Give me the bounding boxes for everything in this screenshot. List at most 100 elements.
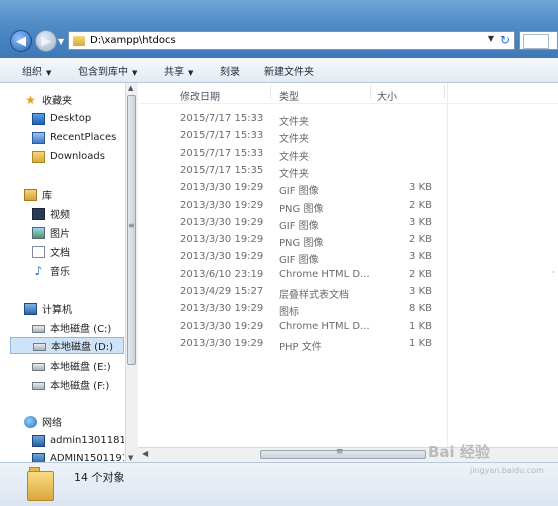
nav-videos[interactable]: 视频 — [32, 205, 124, 222]
nav-videos-label: 视频 — [50, 210, 70, 221]
column-separator[interactable] — [270, 85, 271, 99]
file-type: 文件夹 — [279, 151, 309, 163]
table-row[interactable]: 2013/3/30 19:29 PNG 图像 2 KB — [138, 198, 438, 215]
file-type: 层叠样式表文档 — [279, 290, 349, 301]
document-icon — [32, 245, 45, 258]
address-bar[interactable]: D:\xampp\htdocs ▼ ↻ — [68, 31, 515, 50]
drive-icon — [32, 381, 45, 390]
nav-drive-c-label: 本地磁盘 (C:) — [50, 324, 112, 335]
table-row[interactable]: 2013/4/29 15:27 层叠样式表文档 3 KB — [138, 284, 438, 301]
share-button[interactable]: 共享 ▼ — [164, 63, 193, 78]
file-type: GIF 图像 — [279, 255, 319, 267]
table-row[interactable]: 2015/7/17 15:33 文件夹 — [138, 146, 438, 163]
column-separator[interactable] — [370, 85, 371, 99]
file-size: 3 KB — [409, 251, 432, 263]
drive-icon — [32, 362, 45, 371]
file-size: 2 KB — [409, 234, 432, 246]
network-icon — [24, 415, 37, 428]
title-bar: ◀ ▶ ▼ D:\xampp\htdocs ▼ ↻ — [0, 0, 558, 58]
table-row[interactable]: 2013/3/30 19:29 GIF 图像 3 KB — [138, 215, 438, 232]
file-date: 2015/7/17 15:33 — [180, 147, 264, 159]
nav-network[interactable]: 网络 — [24, 413, 124, 430]
nav-recent-places[interactable]: RecentPlaces — [32, 129, 124, 146]
video-icon — [32, 207, 45, 220]
column-header-size[interactable]: 大小 — [377, 88, 397, 103]
address-dropdown-icon[interactable]: ▼ — [488, 34, 494, 43]
nav-desktop[interactable]: Desktop — [32, 110, 124, 127]
table-row[interactable]: 2013/3/30 19:29 GIF 图像 3 KB — [138, 180, 438, 197]
file-type: 文件夹 — [279, 117, 309, 128]
burn-label: 刻录 — [220, 67, 240, 78]
desktop-icon — [32, 112, 45, 125]
scroll-left-icon[interactable]: ◀ — [142, 449, 148, 458]
organize-button[interactable]: 组织 ▼ — [22, 63, 51, 78]
search-box[interactable] — [519, 31, 558, 50]
file-size: 3 KB — [409, 216, 432, 228]
table-row[interactable]: 2013/3/30 19:29 PHP 文件 1 KB — [138, 336, 438, 353]
table-row[interactable]: 2013/3/30 19:29 GIF 图像 3 KB — [138, 249, 438, 266]
nav-drive-e-label: 本地磁盘 (E:) — [50, 362, 111, 373]
scrollbar-thumb[interactable] — [127, 95, 136, 365]
nav-drive-d[interactable]: 本地磁盘 (D:) — [10, 337, 124, 354]
nav-drive-f[interactable]: 本地磁盘 (F:) — [32, 376, 124, 393]
computer-icon — [24, 302, 37, 315]
table-row[interactable]: 2015/7/17 15:33 文件夹 — [138, 111, 438, 128]
scroll-up-icon[interactable]: ▲ — [128, 84, 133, 92]
downloads-folder-icon — [32, 150, 45, 163]
refresh-icon[interactable]: ↻ — [500, 33, 510, 47]
nav-drive-c[interactable]: 本地磁盘 (C:) — [32, 319, 124, 336]
file-type: Chrome HTML D... — [279, 320, 370, 332]
file-size: 8 KB — [409, 303, 432, 315]
file-date: 2013/3/30 19:29 — [180, 320, 264, 332]
include-in-library-label: 包含到库中 — [78, 67, 128, 78]
column-header-type[interactable]: 类型 — [279, 88, 299, 103]
column-header-date[interactable]: 修改日期 — [180, 88, 220, 103]
file-date: 2013/3/30 19:29 — [180, 251, 264, 263]
nav-music[interactable]: ♪ 音乐 — [32, 262, 124, 279]
new-folder-button[interactable]: 新建文件夹 — [264, 63, 314, 78]
baidu-watermark-url: jingyan.baidu.com — [470, 466, 544, 475]
forward-button[interactable]: ▶ — [35, 30, 57, 52]
horizontal-scrollbar[interactable]: ◀ ≡ — [138, 447, 558, 462]
network-computer-icon — [32, 434, 45, 447]
file-size: 1 KB — [409, 320, 432, 332]
nav-drive-e[interactable]: 本地磁盘 (E:) — [32, 357, 124, 374]
file-type: 文件夹 — [279, 168, 309, 180]
scroll-down-icon[interactable]: ▼ — [128, 454, 133, 462]
file-type: Chrome HTML D... — [279, 268, 370, 280]
library-icon — [24, 188, 37, 201]
column-edge-line — [447, 83, 448, 447]
baidu-watermark: Bai 经验 — [428, 443, 490, 461]
back-button[interactable]: ◀ — [10, 30, 32, 52]
address-path: D:\xampp\htdocs — [90, 35, 176, 46]
file-date: 2013/3/30 19:29 — [180, 337, 264, 349]
nav-host-1[interactable]: admin13011814 — [32, 432, 124, 449]
file-date: 2015/7/17 15:33 — [180, 113, 264, 124]
nav-documents[interactable]: 文档 — [32, 243, 124, 260]
table-row[interactable]: 2013/3/30 19:29 PNG 图像 2 KB — [138, 232, 438, 249]
recent-pages-dropdown-icon[interactable]: ▼ — [58, 37, 64, 46]
caret-down-icon: ▼ — [46, 69, 52, 77]
table-row[interactable]: 2013/3/30 19:29 图标 8 KB — [138, 301, 438, 318]
nav-pane-scrollbar[interactable]: ▲ ≡ ▼ — [125, 83, 138, 463]
include-in-library-button[interactable]: 包含到库中 ▼ — [78, 63, 137, 78]
nav-downloads[interactable]: Downloads — [32, 148, 124, 165]
music-note-icon: ♪ — [34, 263, 43, 278]
file-size: 2 KB — [409, 268, 432, 280]
table-row[interactable]: 2015/7/17 15:35 文件夹 — [138, 163, 438, 180]
organize-label: 组织 — [22, 67, 42, 78]
table-row[interactable]: 2015/7/17 15:33 文件夹 — [138, 128, 438, 145]
burn-button[interactable]: 刻录 — [220, 63, 240, 78]
nav-favorites[interactable]: ★ 收藏夹 — [24, 91, 124, 108]
table-row[interactable]: 2013/6/10 23:19 Chrome HTML D... 2 KB — [138, 267, 438, 284]
table-row[interactable]: 2013/3/30 19:29 Chrome HTML D... 1 KB — [138, 319, 438, 336]
new-folder-label: 新建文件夹 — [264, 67, 314, 78]
nav-host-1-label: admin13011814 — [50, 435, 124, 446]
file-date: 2013/3/30 19:29 — [180, 199, 264, 211]
nav-pictures[interactable]: 图片 — [32, 224, 124, 241]
nav-library[interactable]: 库 — [24, 186, 124, 203]
search-input[interactable] — [523, 34, 549, 49]
folder-icon — [73, 35, 85, 46]
nav-computer[interactable]: 计算机 — [24, 300, 124, 317]
column-separator[interactable] — [444, 85, 445, 99]
